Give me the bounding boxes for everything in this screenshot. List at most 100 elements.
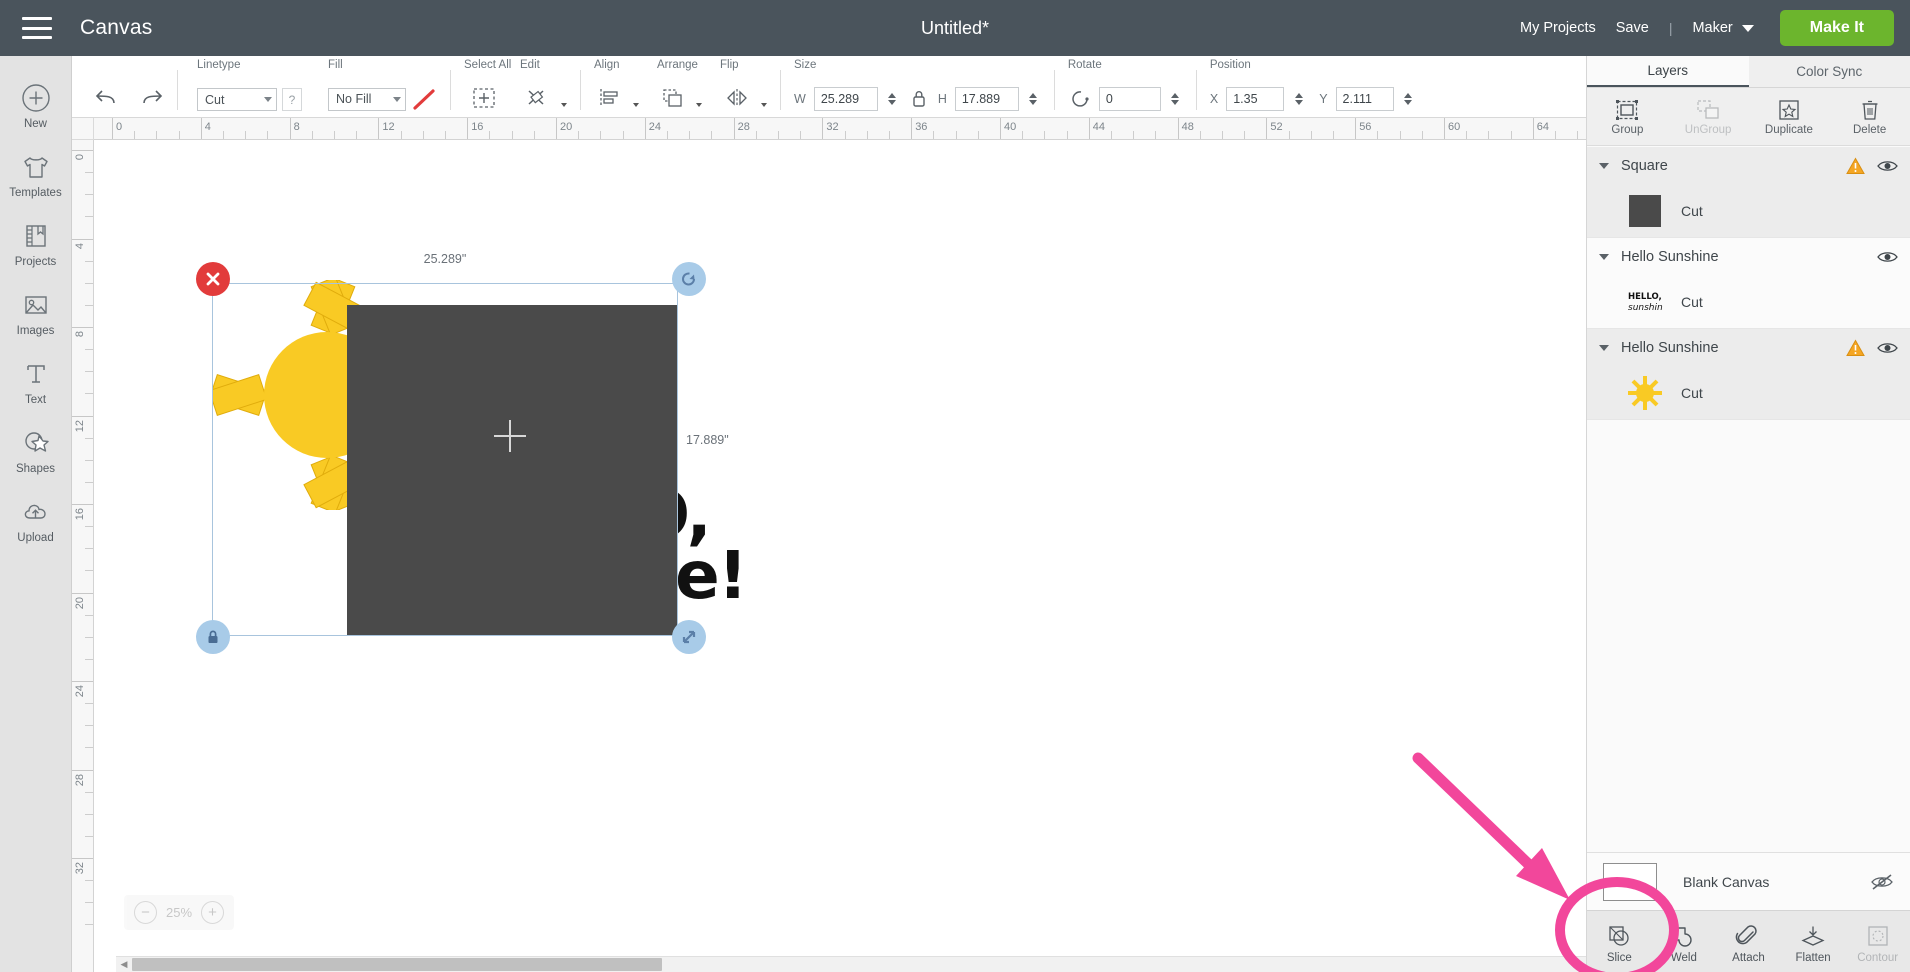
attach-button[interactable]: Attach: [1716, 911, 1781, 972]
layer-child-row[interactable]: Cut: [1587, 185, 1910, 237]
undo-arrow-icon[interactable]: [94, 85, 120, 109]
arrange-layers-icon: [663, 89, 682, 107]
plus-circle-icon: [21, 84, 50, 112]
chevron-down-icon[interactable]: [1599, 254, 1609, 260]
fill-title: Fill: [328, 59, 343, 71]
square-artwork[interactable]: [347, 305, 677, 635]
lock-handle-button[interactable]: [196, 620, 230, 654]
eye-visible-icon[interactable]: [1877, 341, 1898, 355]
tab-color-sync[interactable]: Color Sync: [1749, 56, 1910, 87]
lock-closed-icon[interactable]: [909, 88, 929, 110]
chevron-down-icon[interactable]: [696, 103, 702, 107]
no-fill-diagonal-icon[interactable]: [411, 87, 437, 111]
save-button[interactable]: Save: [1616, 20, 1649, 36]
flatten-icon: [1801, 926, 1825, 946]
ruler-minor-tick: [533, 131, 535, 139]
delete-button[interactable]: Delete: [1829, 88, 1910, 145]
eye-hidden-icon[interactable]: [1870, 873, 1894, 891]
my-projects-link[interactable]: My Projects: [1520, 20, 1596, 36]
sidebar-item-templates[interactable]: Templates: [0, 139, 72, 208]
hamburger-menu-icon[interactable]: [22, 17, 52, 39]
layer-group-hello-sunshine-text[interactable]: Hello Sunshine HELLO, sunshine Cut: [1587, 238, 1910, 329]
resize-handle-button[interactable]: [672, 620, 706, 654]
sidebar-item-upload[interactable]: Upload: [0, 484, 72, 553]
layer-child-row[interactable]: HELLO, sunshine Cut: [1587, 276, 1910, 328]
linetype-help-button[interactable]: ?: [282, 88, 302, 111]
sidebar-item-shapes[interactable]: Shapes: [0, 415, 72, 484]
warning-icon[interactable]: [1846, 157, 1865, 175]
zoom-in-button[interactable]: +: [201, 901, 225, 924]
scrollbar-thumb[interactable]: [132, 958, 662, 971]
chevron-down-icon[interactable]: [1599, 345, 1609, 351]
rotate-icon[interactable]: [1068, 87, 1094, 111]
chevron-down-icon: [1741, 24, 1754, 32]
layer-header[interactable]: Hello Sunshine: [1587, 329, 1910, 367]
sidebar-item-images[interactable]: Images: [0, 277, 72, 346]
ruler-minor-tick: [85, 393, 93, 395]
group-button[interactable]: Group: [1587, 88, 1668, 145]
slice-button[interactable]: Slice: [1587, 911, 1652, 972]
fill-select[interactable]: No Fill: [328, 87, 406, 111]
ruler-minor-tick: [85, 304, 93, 306]
layer-group-hello-sunshine-sun[interactable]: Hello Sunshine Cut: [1587, 329, 1910, 420]
scroll-right-arrow-icon[interactable]: ▶: [1570, 959, 1586, 970]
arrange-button[interactable]: [657, 85, 689, 111]
edit-button[interactable]: [520, 85, 554, 111]
chevron-down-icon[interactable]: [1599, 163, 1609, 169]
chevron-down-icon[interactable]: [561, 103, 567, 107]
make-it-button[interactable]: Make It: [1779, 10, 1894, 46]
rotate-handle-button[interactable]: [672, 262, 706, 296]
rotate-handle-icon: [682, 272, 695, 286]
layers-list[interactable]: Square Cut Hello Sunshine HELLO, sunshin…: [1587, 147, 1910, 852]
width-input[interactable]: 25.289: [813, 87, 878, 111]
horizontal-scrollbar[interactable]: ◀ ▶: [116, 956, 1586, 972]
position-y-stepper[interactable]: [1401, 93, 1416, 105]
eye-visible-icon[interactable]: [1877, 250, 1898, 264]
layer-group-square[interactable]: Square Cut: [1587, 147, 1910, 238]
position-x-stepper[interactable]: [1291, 93, 1306, 105]
sidebar-item-new[interactable]: New: [0, 70, 72, 139]
rotate-stepper[interactable]: [1168, 93, 1183, 105]
scroll-left-arrow-icon[interactable]: ◀: [116, 959, 132, 970]
group-label: Group: [1611, 123, 1644, 136]
blank-canvas-row[interactable]: Blank Canvas: [1587, 852, 1910, 910]
toolbar-divider: [580, 70, 581, 110]
weld-button[interactable]: Weld: [1652, 911, 1717, 972]
redo-arrow-icon[interactable]: [138, 85, 164, 109]
ruler-tick: [467, 118, 469, 139]
zoom-control[interactable]: − 25% +: [124, 895, 235, 930]
select-all-button[interactable]: [464, 85, 504, 111]
tab-layers[interactable]: Layers: [1587, 56, 1749, 87]
machine-selector[interactable]: Maker: [1692, 20, 1754, 36]
position-x-input[interactable]: 1.35: [1226, 87, 1285, 111]
linetype-select[interactable]: Cut: [197, 88, 277, 111]
ruler-minor-tick: [1111, 131, 1112, 139]
width-stepper[interactable]: [885, 93, 900, 105]
scrollbar-track[interactable]: [132, 958, 1570, 971]
canvas-area[interactable]: 0 4 8 12 16 20 24 28 32 36 40 44 48 52 56 60 64 0 4 8 12 16 2…: [72, 118, 1586, 972]
chevron-down-icon[interactable]: [761, 103, 767, 107]
warning-icon[interactable]: [1846, 339, 1865, 357]
flip-button[interactable]: [720, 85, 754, 111]
chevron-down-icon[interactable]: [633, 103, 639, 107]
layer-header[interactable]: Square: [1587, 147, 1910, 185]
eye-visible-icon[interactable]: [1877, 159, 1898, 173]
layer-child-row[interactable]: Cut: [1587, 367, 1910, 419]
layer-header[interactable]: Hello Sunshine: [1587, 238, 1910, 276]
delete-handle-button[interactable]: [196, 262, 230, 296]
canvas-color-swatch[interactable]: [1603, 862, 1657, 901]
sidebar-item-projects[interactable]: Projects: [0, 208, 72, 277]
height-stepper[interactable]: [1026, 93, 1041, 105]
height-input[interactable]: 17.889: [954, 87, 1019, 111]
align-button[interactable]: [594, 85, 626, 111]
ruler-minor-tick: [245, 131, 247, 139]
canvas-board[interactable]: O, ve! 25.289" 17.889": [94, 140, 1586, 972]
flatten-button[interactable]: Flatten: [1781, 911, 1846, 972]
rotate-input[interactable]: 0: [1098, 87, 1161, 111]
toolbar-divider: [450, 70, 451, 110]
position-y-input[interactable]: 2.111: [1335, 87, 1394, 111]
zoom-out-button[interactable]: −: [134, 901, 157, 924]
sidebar-item-text[interactable]: Text: [0, 346, 72, 415]
duplicate-button[interactable]: Duplicate: [1749, 88, 1830, 145]
ruler-minor-tick: [1022, 131, 1024, 139]
